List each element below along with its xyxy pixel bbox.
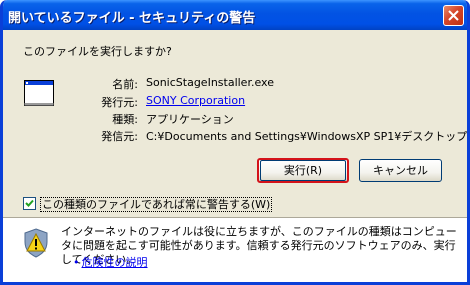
detail-row-source: 発信元: C:¥Documents and Settings¥WindowsXP… bbox=[3, 128, 468, 143]
risk-explanation-link-row: • 危険性の説明 bbox=[73, 254, 148, 270]
title-bar[interactable]: 開いているファイル - セキュリティの警告 bbox=[3, 0, 467, 30]
publisher-link[interactable]: SONY Corporation bbox=[146, 94, 245, 107]
detail-row-type: 種類: アプリケーション bbox=[3, 111, 467, 126]
warning-panel: インターネットのファイルは役に立ちますが、このファイルの種類はコンピュータに問題… bbox=[3, 217, 467, 282]
security-shield-icon bbox=[24, 228, 48, 258]
bullet-icon: • bbox=[73, 256, 80, 269]
always-warn-label-text: この種類のファイルであれば常に警告する(W) bbox=[40, 197, 273, 212]
detail-label: 種類: bbox=[112, 113, 138, 126]
cancel-button[interactable]: キャンセル bbox=[359, 159, 442, 182]
window-title: 開いているファイル - セキュリティの警告 bbox=[8, 11, 256, 26]
always-warn-checkbox[interactable] bbox=[23, 197, 36, 210]
always-warn-label[interactable]: この種類のファイルであれば常に警告する(W) bbox=[40, 196, 273, 212]
detail-row-name: 名前: SonicStageInstaller.exe bbox=[3, 76, 467, 91]
detail-value-type: アプリケーション bbox=[146, 113, 234, 126]
checkmark-icon bbox=[25, 199, 34, 207]
detail-label: 名前: bbox=[112, 78, 138, 91]
detail-label: 発信元: bbox=[101, 130, 138, 143]
security-warning-dialog: 開いているファイル - セキュリティの警告 このファイルを実行しますか? 名前:… bbox=[0, 0, 470, 285]
run-button[interactable]: 実行(R) bbox=[257, 158, 349, 183]
run-button-label: 実行(R) bbox=[260, 160, 346, 181]
detail-row-publisher: 発行元: SONY Corporation bbox=[3, 94, 467, 109]
close-icon bbox=[448, 10, 459, 21]
risk-explanation-link[interactable]: 危険性の説明 bbox=[82, 256, 148, 269]
detail-value-source: C:¥Documents and Settings¥WindowsXP SP1¥… bbox=[146, 130, 468, 143]
detail-value-filename: SonicStageInstaller.exe bbox=[146, 76, 274, 89]
close-button[interactable] bbox=[443, 5, 464, 26]
run-question: このファイルを実行しますか? bbox=[23, 45, 172, 58]
detail-label: 発行元: bbox=[101, 96, 138, 109]
